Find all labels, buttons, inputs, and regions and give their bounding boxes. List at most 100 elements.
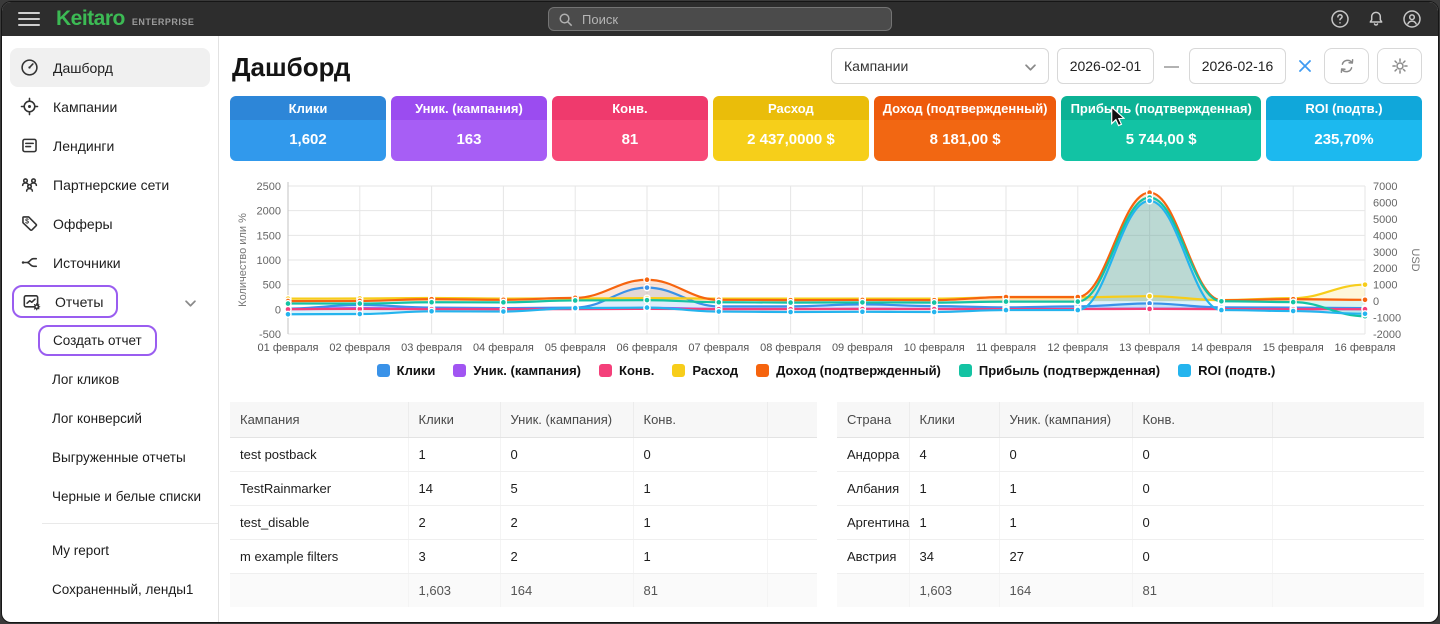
sidebar-item-6[interactable]: Отчеты (10, 282, 210, 321)
sidebar-item-4[interactable]: $ Офферы (10, 204, 210, 243)
table-cell: 0 (500, 438, 633, 472)
svg-text:10 февраля: 10 февраля (904, 342, 965, 354)
legend-item-0[interactable]: Клики (377, 363, 436, 378)
legend-item-1[interactable]: Уник. (кампания) (453, 363, 581, 378)
table-row[interactable]: test postback100 (230, 438, 817, 472)
sidebar-subitem-0[interactable]: Создать отчет (2, 321, 218, 360)
metrics-chart: 01 февраля02 февраля03 февраля04 февраля… (230, 171, 1424, 361)
refresh-icon (1338, 57, 1356, 75)
table-cell: 2 (500, 540, 633, 574)
table-cell: 1 (909, 506, 999, 540)
table-cell: 2 (500, 506, 633, 540)
saved-report-0[interactable]: My report (2, 531, 218, 570)
sidebar-subitem-2[interactable]: Лог конверсий (2, 399, 218, 438)
table-row[interactable]: Австрия34270 (837, 540, 1424, 574)
legend-item-3[interactable]: Расход (672, 363, 738, 378)
table-row[interactable]: Андорра400 (837, 438, 1424, 472)
main-content: Дашборд Кампании — (219, 36, 1438, 623)
sidebar-subitem-4[interactable]: Черные и белые списки (2, 477, 218, 516)
sidebar-item-0[interactable]: Дашборд (10, 48, 210, 87)
table-row[interactable]: test_disable221 (230, 506, 817, 540)
chevron-down-icon[interactable] (185, 294, 196, 310)
table-cell (767, 540, 817, 574)
page-title: Дашборд (232, 52, 350, 83)
sidebar-item-1[interactable]: Кампании (10, 87, 210, 126)
table-row[interactable]: Аргентина110 (837, 506, 1424, 540)
account-icon[interactable] (1402, 9, 1422, 29)
date-from-input[interactable] (1057, 48, 1154, 84)
legend-item-2[interactable]: Конв. (599, 363, 654, 378)
notifications-bell-icon[interactable] (1366, 9, 1386, 29)
svg-text:1500: 1500 (257, 230, 281, 242)
stat-card-5[interactable]: Прибыль (подтвержденная)5 744,00 $ (1061, 96, 1261, 161)
topbar-actions (1330, 9, 1422, 29)
table-header-row: СтранаКликиУник. (кампания)Конв. (837, 402, 1424, 438)
column-header (767, 402, 817, 438)
app-window: Keitaro ENTERPRISE ДашбордКампанииЛендин… (1, 1, 1439, 623)
svg-text:7000: 7000 (1373, 181, 1397, 193)
table-row[interactable]: TestRainmarker1451 (230, 472, 817, 506)
clear-dates-icon[interactable] (1294, 55, 1316, 77)
menu-icon[interactable] (18, 12, 40, 26)
legend-label: Клики (397, 363, 436, 378)
sidebar-item-label: Офферы (53, 216, 113, 232)
keitaro-logo: Keitaro (56, 7, 125, 31)
svg-text:-1000: -1000 (1373, 313, 1401, 325)
svg-text:14 февраля: 14 февраля (1191, 342, 1252, 354)
stat-card-2[interactable]: Конв.81 (552, 96, 708, 161)
legend-swatch (1178, 364, 1191, 377)
table-cell (767, 506, 817, 540)
sidebar-item-3[interactable]: Партнерские сети (10, 165, 210, 204)
table-cell: test_disable (230, 506, 408, 540)
table-cell: 1 (999, 506, 1132, 540)
table-row[interactable]: Албания110 (837, 472, 1424, 506)
metric-cards: Клики1,602Уник. (кампания)163Конв.81Расх… (230, 96, 1422, 161)
search-input[interactable] (580, 11, 882, 28)
table-cell (1272, 472, 1424, 506)
sidebar-subitem-label: Лог конверсий (52, 411, 142, 426)
legend-item-6[interactable]: ROI (подтв.) (1178, 363, 1275, 378)
sidebar-subitem-label: Черные и белые списки (52, 489, 201, 504)
stat-card-3[interactable]: Расход2 437,0000 $ (713, 96, 869, 161)
sidebar-item-label: Партнерские сети (53, 177, 169, 193)
countries-table: СтранаКликиУник. (кампания)Конв.Андорра4… (837, 402, 1424, 607)
table-cell: Албания (837, 472, 909, 506)
stat-card-4[interactable]: Доход (подтвержденный)8 181,00 $ (874, 96, 1056, 161)
date-to-input[interactable] (1189, 48, 1286, 84)
sidebar-item-5[interactable]: Источники (10, 243, 210, 282)
sidebar-subitem-3[interactable]: Выгруженные отчеты (2, 438, 218, 477)
stat-card-value: 163 (391, 120, 547, 161)
settings-button[interactable] (1377, 48, 1422, 84)
legend-label: Конв. (619, 363, 654, 378)
legend-item-5[interactable]: Прибыль (подтвержденная) (959, 363, 1160, 378)
help-icon[interactable] (1330, 9, 1350, 29)
stat-card-6[interactable]: ROI (подтв.)235,70% (1266, 96, 1422, 161)
table-cell: 1 (909, 472, 999, 506)
saved-report-1[interactable]: Сохраненный, ленды1 (2, 570, 218, 609)
column-header (1272, 402, 1424, 438)
topbar: Keitaro ENTERPRISE (2, 2, 1438, 36)
legend-item-4[interactable]: Доход (подтвержденный) (756, 363, 941, 378)
legend-swatch (672, 364, 685, 377)
legend-label: Прибыль (подтвержденная) (979, 363, 1160, 378)
table-row[interactable]: m example filters321 (230, 540, 817, 574)
svg-text:5000: 5000 (1373, 214, 1397, 226)
table-cell: 3 (408, 540, 500, 574)
svg-text:USD: USD (1409, 248, 1421, 271)
entity-filter-select[interactable]: Кампании (831, 48, 1049, 84)
svg-text:0: 0 (275, 304, 281, 316)
column-header: Страна (837, 402, 909, 438)
saved-report-label: My report (52, 543, 109, 558)
stat-card-1[interactable]: Уник. (кампания)163 (391, 96, 547, 161)
data-table: СтранаКликиУник. (кампания)Конв.Андорра4… (837, 402, 1424, 607)
svg-text:$: $ (25, 218, 29, 225)
svg-text:16 февраля: 16 февраля (1335, 342, 1396, 354)
global-search[interactable] (548, 7, 892, 31)
refresh-button[interactable] (1324, 48, 1369, 84)
sidebar-item-2[interactable]: Лендинги (10, 126, 210, 165)
svg-text:-500: -500 (259, 329, 281, 341)
sidebar-subitem-1[interactable]: Лог кликов (2, 360, 218, 399)
legend-label: Расход (692, 363, 738, 378)
stat-card-0[interactable]: Клики1,602 (230, 96, 386, 161)
totals-cell (230, 574, 408, 608)
